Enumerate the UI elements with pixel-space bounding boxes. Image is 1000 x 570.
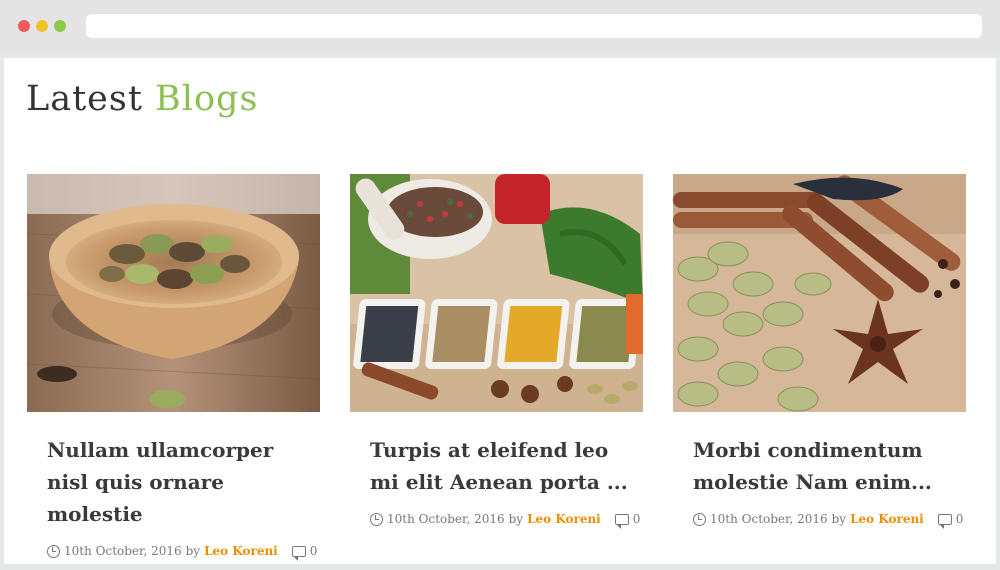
post-thumbnail-cinnamon[interactable] — [673, 174, 966, 412]
post-by: by — [508, 512, 524, 526]
cardamom-bowl-image — [27, 174, 320, 412]
spice-bowls-image — [350, 174, 643, 412]
clock-icon — [693, 512, 706, 526]
post-title[interactable]: Morbi condimentum molestie Nam enim... — [693, 434, 955, 498]
clock-icon — [370, 512, 383, 526]
post-meta: 10th October, 2016 by Leo Koreni 0 — [693, 512, 966, 529]
post-title[interactable]: Nullam ullamcorper nisl quis ornare mole… — [47, 434, 309, 530]
cinnamon-cardamom-image — [673, 174, 966, 412]
post-by: by — [185, 544, 201, 558]
minimize-window-dot[interactable] — [36, 20, 48, 32]
post-title[interactable]: Turpis at eleifend leo mi elit Aenean po… — [370, 434, 632, 498]
blog-card: Nullam ullamcorper nisl quis ornare mole… — [27, 174, 320, 561]
comment-count[interactable]: 0 — [633, 512, 641, 526]
browser-toolbar — [0, 0, 1000, 52]
post-date: 10th October, 2016 — [387, 512, 505, 526]
post-author-link[interactable]: Leo Koreni — [204, 544, 278, 558]
blog-section: Latest Blogs Nullam ullamcorper nisl qui… — [4, 58, 996, 564]
post-author-link[interactable]: Leo Koreni — [527, 512, 601, 526]
post-date: 10th October, 2016 — [64, 544, 182, 558]
comment-count[interactable]: 0 — [956, 512, 964, 526]
blog-card: Turpis at eleifend leo mi elit Aenean po… — [350, 174, 643, 529]
maximize-window-dot[interactable] — [54, 20, 66, 32]
comment-count[interactable]: 0 — [310, 544, 318, 558]
post-thumbnail-spices[interactable] — [350, 174, 643, 412]
comment-icon — [937, 513, 952, 529]
address-bar[interactable] — [86, 14, 982, 38]
section-title-accent: Blogs — [155, 79, 259, 119]
post-by: by — [831, 512, 847, 526]
post-meta: 10th October, 2016 by Leo Koreni 0 — [370, 512, 643, 529]
blog-card: Morbi condimentum molestie Nam enim... 1… — [673, 174, 966, 529]
post-author-link[interactable]: Leo Koreni — [850, 512, 924, 526]
post-date: 10th October, 2016 — [710, 512, 828, 526]
section-title-plain: Latest — [26, 79, 156, 119]
section-title: Latest Blogs — [26, 78, 258, 120]
browser-window: Latest Blogs Nullam ullamcorper nisl qui… — [0, 0, 1000, 570]
clock-icon — [47, 544, 60, 558]
comment-icon — [291, 545, 306, 561]
post-thumbnail-cardamom[interactable] — [27, 174, 320, 412]
close-window-dot[interactable] — [18, 20, 30, 32]
comment-icon — [614, 513, 629, 529]
post-meta: 10th October, 2016 by Leo Koreni 0 — [47, 544, 320, 561]
